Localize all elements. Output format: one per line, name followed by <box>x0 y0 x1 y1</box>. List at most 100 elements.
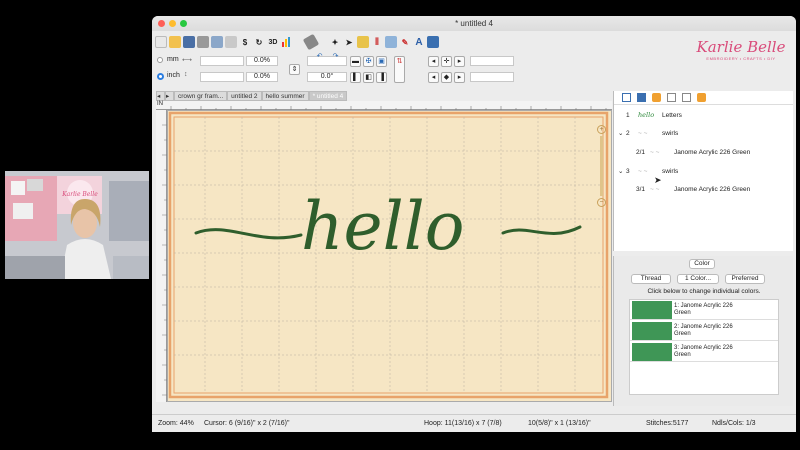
mm-label: mm <box>167 56 179 63</box>
color-list[interactable]: 1: Janome Acrylic 226 Green 2: Janome Ac… <box>629 299 779 395</box>
angle-field[interactable]: 0.0° <box>307 72 347 82</box>
lock-icon[interactable] <box>652 93 661 102</box>
open-folder-icon[interactable] <box>169 36 181 48</box>
new-file-icon[interactable] <box>155 36 167 48</box>
tab-scroll-left[interactable]: ◂ <box>156 91 165 101</box>
object-row-1[interactable]: 1 hello Letters <box>626 108 682 122</box>
color-row-1[interactable]: 1: Janome Acrylic 226 Green <box>630 300 778 320</box>
object-panel-toolbar <box>614 91 793 105</box>
object-row-3[interactable]: ⌄ 3 ~ ~ swirls <box>618 164 678 178</box>
zoom-in-icon[interactable]: + <box>597 125 606 134</box>
swirl-preview-icon: ~ ~ <box>650 185 660 193</box>
color-row-2[interactable]: 2: Janome Acrylic 226 Green <box>630 321 778 341</box>
tab-hello-summer[interactable]: hello summer <box>261 91 309 101</box>
select-arrow-icon[interactable]: ➤ <box>343 36 355 48</box>
print-icon[interactable] <box>197 36 209 48</box>
tab-crown[interactable]: crown gr fram... <box>174 91 228 101</box>
zoom-track[interactable] <box>600 136 603 196</box>
order-back-icon[interactable]: ◂ <box>428 72 439 83</box>
frame-icon[interactable] <box>357 36 369 48</box>
webcam-logo-text: Karlie Belle <box>61 191 98 198</box>
rotation-field[interactable] <box>307 56 347 66</box>
order-forward-icon[interactable]: ▸ <box>454 72 465 83</box>
tab-scroll-right[interactable]: ▸ <box>165 91 174 101</box>
color-row-3[interactable]: 3: Janome Acrylic 226 Green <box>630 342 778 362</box>
lock-ratio-icon[interactable]: ⇕ <box>289 64 300 75</box>
nudge-field[interactable] <box>470 56 514 66</box>
mm-radio[interactable] <box>157 57 163 63</box>
height-field[interactable] <box>200 72 244 82</box>
unlock-icon[interactable] <box>697 93 706 102</box>
one-color-button[interactable]: 1 Color... <box>677 274 719 284</box>
select-all-icon[interactable] <box>622 93 631 102</box>
rotate-left-icon[interactable]: ↶ <box>314 52 325 63</box>
object-num: 3/1 <box>636 185 646 193</box>
inch-radio[interactable] <box>157 73 164 80</box>
thread-button[interactable]: Thread <box>631 274 671 284</box>
grid-icon[interactable] <box>385 36 397 48</box>
order-field[interactable] <box>470 72 514 82</box>
tab-untitled-4[interactable]: * untitled 4 <box>308 91 348 101</box>
zoom-slider[interactable]: + − <box>596 125 608 210</box>
group-icon[interactable] <box>637 93 646 102</box>
object-label: Janome Acrylic 226 Green <box>674 148 751 156</box>
nudge-center-icon[interactable]: ✛ <box>441 56 452 67</box>
save-icon[interactable] <box>183 36 195 48</box>
copy-icon[interactable] <box>211 36 223 48</box>
refresh-icon[interactable]: ↻ <box>253 36 265 48</box>
document-tabs: ◂ ▸ crown gr fram... untitled 2 hello su… <box>156 91 348 101</box>
hello-lettering[interactable]: hello <box>301 188 465 265</box>
zoom-out-icon[interactable]: − <box>597 198 606 207</box>
needle-icon[interactable]: ✦ <box>329 36 341 48</box>
align-left-icon[interactable]: ▌ <box>350 72 361 83</box>
object-num: 1 <box>626 111 630 119</box>
webcam-scene: Karlie Belle <box>5 171 149 279</box>
chart-icon[interactable] <box>281 36 293 48</box>
tab-untitled-2[interactable]: untitled 2 <box>227 91 262 101</box>
align-top-icon[interactable]: ▬ <box>350 56 361 67</box>
object-row-2-1[interactable]: 2/1 ~ ~ Janome Acrylic 226 Green <box>636 145 750 159</box>
inch-label: inch <box>167 72 180 79</box>
paste-icon[interactable] <box>225 36 237 48</box>
mail-icon[interactable] <box>682 93 691 102</box>
width-percent-field[interactable]: 0.0% <box>246 56 278 66</box>
preferred-button[interactable]: Preferred <box>725 274 765 284</box>
needles-status: Ndls/Cols: 1/3 <box>712 420 756 427</box>
center-icon[interactable]: ✠ <box>363 56 374 67</box>
design-canvas[interactable]: hello + − <box>167 110 612 402</box>
left-swirl[interactable] <box>194 228 303 240</box>
color-swatch[interactable] <box>632 301 672 319</box>
height-percent-field[interactable]: 0.0% <box>246 72 278 82</box>
nudge-right-icon[interactable]: ▸ <box>454 56 465 67</box>
color-hint: Click below to change individual colors. <box>647 288 761 295</box>
hoop-status: Hoop: 11(13/16) x 7 (7/8) <box>424 420 502 427</box>
color-swatch[interactable] <box>632 322 672 340</box>
width-field[interactable] <box>200 56 244 66</box>
align-center-icon[interactable]: ◧ <box>363 72 374 83</box>
mirror-icon[interactable]: ⇅ <box>394 56 405 83</box>
nudge-left-icon[interactable]: ◂ <box>428 56 439 67</box>
order-mid-icon[interactable]: ◆ <box>441 72 452 83</box>
color-panel-title[interactable]: Color <box>689 259 715 269</box>
hide-icon[interactable] <box>667 93 676 102</box>
object-list-panel: 1 hello Letters ⌄ 2 ~ ~ swirls 2/1 ~ ~ J… <box>613 91 793 251</box>
hello-design[interactable]: hello <box>168 111 613 403</box>
pins-icon[interactable]: ⫼ <box>371 36 383 48</box>
image-icon[interactable] <box>427 36 439 48</box>
ruler-tool-icon[interactable] <box>302 33 320 51</box>
3d-icon[interactable]: 3D <box>267 36 279 48</box>
text-tool-icon[interactable]: A <box>413 36 425 48</box>
rotate-right-icon[interactable]: ↷ <box>330 52 341 63</box>
size-status: 10(5/8)" x 1 (13/16)" <box>528 420 591 427</box>
color-swatch[interactable] <box>632 343 672 361</box>
dollar-icon[interactable]: $ <box>239 36 251 48</box>
color-label: 1: Janome Acrylic 226 Green <box>674 303 733 316</box>
disclosure-icon[interactable]: ⌄ <box>618 167 626 175</box>
paint-icon[interactable]: ✎ <box>399 36 411 48</box>
right-swirl[interactable] <box>501 225 582 235</box>
swirl-preview-icon: ~ ~ <box>638 167 648 175</box>
disclosure-icon[interactable]: ⌄ <box>618 129 626 137</box>
align-right-icon[interactable]: ▐ <box>376 72 387 83</box>
center-all-icon[interactable]: ▣ <box>376 56 387 67</box>
object-row-2[interactable]: ⌄ 2 ~ ~ swirls <box>618 126 678 140</box>
